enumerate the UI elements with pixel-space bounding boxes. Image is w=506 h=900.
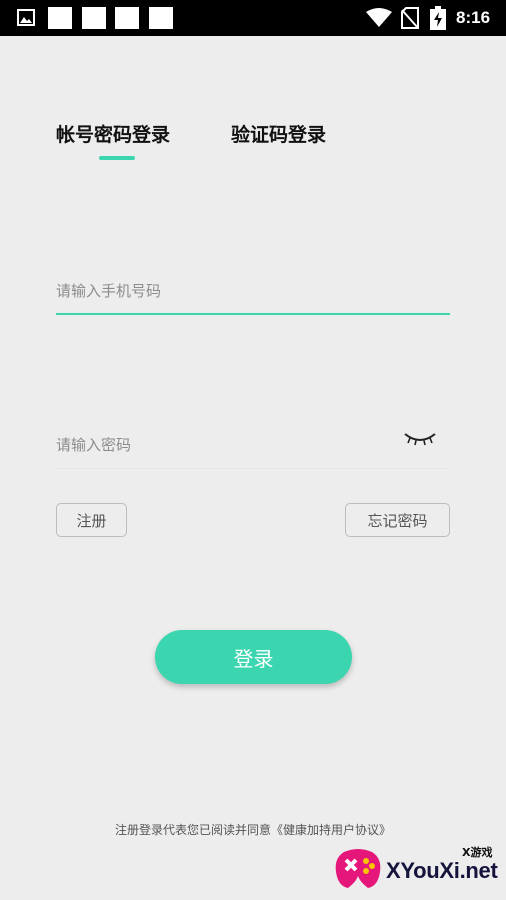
password-input-underline xyxy=(56,468,450,469)
notification-square-icon xyxy=(48,7,72,29)
password-input[interactable] xyxy=(56,430,386,460)
active-tab-indicator xyxy=(99,156,135,160)
no-sim-icon xyxy=(401,7,419,29)
phone-input-underline xyxy=(56,313,450,315)
user-agreement-link[interactable]: 《健康加持用户协议》 xyxy=(271,823,391,837)
notification-square-icon xyxy=(82,7,106,29)
notification-square-icon xyxy=(115,7,139,29)
register-button[interactable]: 注册 xyxy=(56,503,127,537)
image-icon xyxy=(17,9,35,26)
watermark-brand: XYouXi.net xyxy=(386,858,498,883)
battery-charging-icon xyxy=(430,6,446,30)
notification-square-icon xyxy=(149,7,173,29)
gamepad-logo-icon xyxy=(335,849,381,888)
tab-verification-code-login[interactable]: 验证码登录 xyxy=(231,121,326,149)
status-bar: 8:16 xyxy=(0,0,506,36)
login-button[interactable]: 登录 xyxy=(155,630,352,684)
wifi-icon xyxy=(366,8,392,27)
status-time: 8:16 xyxy=(456,8,491,27)
forgot-password-button[interactable]: 忘记密码 xyxy=(345,503,450,537)
agreement-text: 注册登录代表您已阅读并同意 xyxy=(114,823,271,837)
tab-account-password-login[interactable]: 帐号密码登录 xyxy=(56,121,170,149)
watermark: X游戏 XYouXi.net xyxy=(334,840,504,896)
eye-closed-icon[interactable] xyxy=(402,428,438,448)
agreement-notice: 注册登录代表您已阅读并同意《健康加持用户协议》 xyxy=(0,820,506,840)
phone-number-input[interactable] xyxy=(56,276,450,306)
